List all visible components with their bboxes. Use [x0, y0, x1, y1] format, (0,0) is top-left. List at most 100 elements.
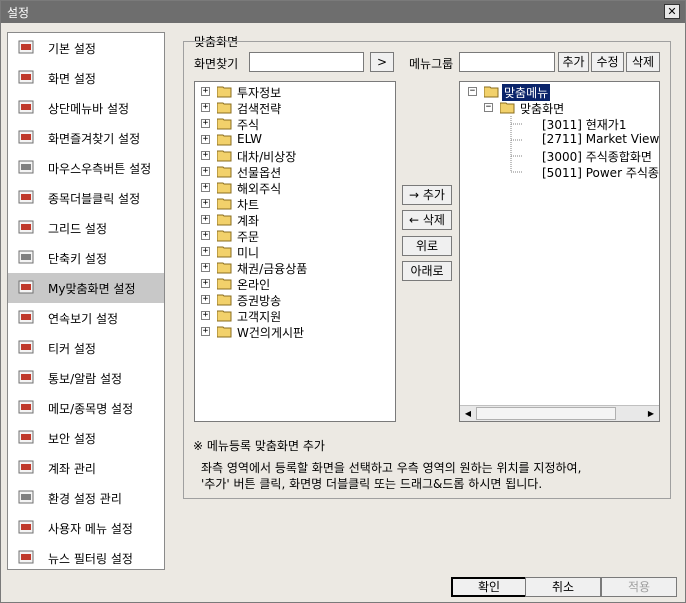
collapse-icon[interactable]: −: [468, 87, 477, 96]
expand-icon[interactable]: +: [201, 103, 210, 112]
news-icon: [18, 550, 34, 564]
expand-icon[interactable]: +: [201, 199, 210, 208]
move-up-button[interactable]: 위로: [402, 236, 452, 256]
search-go-button[interactable]: >: [370, 52, 394, 72]
folder-open-icon: [484, 86, 499, 98]
collapse-icon[interactable]: −: [484, 103, 493, 112]
expand-icon[interactable]: +: [201, 167, 210, 176]
tree-node[interactable]: + 차트: [201, 196, 391, 212]
screen-tree[interactable]: + 투자정보 + 검색전략 + 주식 + ELW + 대차/비상장 + 선물옵션 + 해외주식 + 차트 + 계좌…: [194, 81, 396, 422]
title-bar: 설정 ✕: [1, 1, 685, 23]
settings-sidebar: 기본 설정화면 설정 상단메뉴바 설정 화면즐겨찾기 설정 마우스우측버튼 설정 종목더…: [7, 32, 165, 570]
expand-icon[interactable]: +: [201, 311, 210, 320]
memo-icon: [18, 400, 34, 414]
sidebar-item-label: 기본 설정: [48, 42, 96, 56]
tree-node[interactable]: + 미니: [201, 244, 391, 260]
tree-node[interactable]: + 대차/비상장: [201, 148, 391, 164]
sidebar-item[interactable]: 환경 설정 관리: [8, 483, 164, 513]
menu-screen-item[interactable]: [2711] Market View: [542, 132, 659, 148]
folder-icon: [217, 134, 232, 146]
tree-node[interactable]: + 채권/금융상품: [201, 260, 391, 276]
settings-window: 설정 ✕ 기본 설정화면 설정 상단메뉴바 설정 화면즐겨찾기 설정 마우스우측버튼 …: [0, 0, 686, 603]
sidebar-item[interactable]: 화면 설정: [8, 63, 164, 93]
sidebar-item[interactable]: 계좌 관리: [8, 453, 164, 483]
tree-node-label: 주식: [237, 118, 260, 132]
tree-node[interactable]: + 선물옵션: [201, 164, 391, 180]
tree-node[interactable]: + 고객지원: [201, 308, 391, 324]
tree-node[interactable]: + W건의게시판: [201, 324, 391, 340]
scroll-right-icon[interactable]: ▶: [644, 407, 658, 420]
sidebar-item[interactable]: 상단메뉴바 설정: [8, 93, 164, 123]
expand-icon[interactable]: +: [201, 279, 210, 288]
cursor-icon: [18, 190, 34, 204]
tree-node-label: ELW: [237, 132, 263, 146]
tree-node[interactable]: + 증권방송: [201, 292, 391, 308]
tree-connector-lines: [510, 116, 522, 173]
sidebar-item[interactable]: 뉴스 필터링 설정: [8, 543, 164, 573]
sidebar-item[interactable]: 사용자 메뉴 설정: [8, 513, 164, 543]
note-title: ※ 메뉴등록 맞춤화면 추가: [193, 439, 325, 453]
custom-menu-tree[interactable]: − 맞춤메뉴 − 맞춤화면 [3011] 현재가1 [2711] Market V…: [459, 81, 660, 422]
tree-node[interactable]: + 검색전략: [201, 100, 391, 116]
expand-icon[interactable]: +: [201, 87, 210, 96]
screen-search-input[interactable]: [249, 52, 364, 72]
tree-node[interactable]: + 계좌: [201, 212, 391, 228]
sidebar-item-label: My맞춤화면 설정: [48, 282, 136, 296]
menu-group-input[interactable]: [459, 52, 555, 72]
tree-node[interactable]: + 주식: [201, 116, 391, 132]
scroll-left-icon[interactable]: ◀: [461, 407, 475, 420]
ok-button[interactable]: 확인: [451, 577, 527, 597]
expand-icon[interactable]: +: [201, 263, 210, 272]
scroll-thumb[interactable]: [476, 407, 616, 420]
tree-folder-row[interactable]: − 맞춤화면: [484, 100, 654, 116]
sidebar-item[interactable]: 티커 설정: [8, 333, 164, 363]
menu-screen-item[interactable]: [5011] Power 주식종합: [542, 164, 659, 180]
group-edit-button[interactable]: 수정: [591, 52, 624, 72]
menu-screen-item[interactable]: [3011] 현재가1: [542, 116, 659, 132]
tree-node-label: 투자정보: [237, 86, 282, 100]
horizontal-scrollbar[interactable]: ◀ ▶: [460, 405, 659, 421]
folder-icon: [217, 182, 232, 194]
tree-root-row[interactable]: − 맞춤메뉴: [468, 84, 658, 101]
tree-node[interactable]: + 해외주식: [201, 180, 391, 196]
sidebar-item[interactable]: 연속보기 설정: [8, 303, 164, 333]
expand-icon[interactable]: +: [201, 231, 210, 240]
expand-icon[interactable]: +: [201, 215, 210, 224]
sidebar-item[interactable]: 기본 설정: [8, 33, 164, 63]
tree-node[interactable]: + 주문: [201, 228, 391, 244]
sidebar-item[interactable]: 마우스우측버튼 설정: [8, 153, 164, 183]
group-add-button[interactable]: 추가: [558, 52, 589, 72]
expand-icon[interactable]: +: [201, 135, 210, 144]
sidebar-item[interactable]: My맞춤화면 설정: [8, 273, 164, 303]
user-menu-icon: [18, 520, 34, 534]
alarm-icon: [18, 370, 34, 384]
sidebar-item[interactable]: 통보/알람 설정: [8, 363, 164, 393]
expand-icon[interactable]: +: [201, 151, 210, 160]
expand-icon[interactable]: +: [201, 247, 210, 256]
tree-node[interactable]: + 온라인: [201, 276, 391, 292]
sidebar-item[interactable]: 종목더블클릭 설정: [8, 183, 164, 213]
tree-node-label: 미니: [237, 246, 260, 260]
sidebar-item[interactable]: 화면즐겨찾기 설정: [8, 123, 164, 153]
expand-icon[interactable]: +: [201, 327, 210, 336]
sidebar-item[interactable]: 보안 설정: [8, 423, 164, 453]
expand-icon[interactable]: +: [201, 119, 210, 128]
tree-node-label: 채권/금융상품: [237, 262, 308, 276]
menu-screen-item[interactable]: [3000] 주식종합화면: [542, 148, 659, 164]
close-button[interactable]: ✕: [664, 4, 680, 19]
tree-node[interactable]: + ELW: [201, 132, 391, 148]
cancel-button[interactable]: 취소: [525, 577, 601, 597]
sidebar-item[interactable]: 메모/종목명 설정: [8, 393, 164, 423]
remove-from-menu-button[interactable]: ← 삭제: [402, 210, 452, 230]
shortcut-icon: [18, 250, 34, 264]
sidebar-item[interactable]: 단축키 설정: [8, 243, 164, 273]
tree-node[interactable]: + 투자정보: [201, 84, 391, 100]
apply-button[interactable]: 적용: [601, 577, 677, 597]
group-delete-button[interactable]: 삭제: [626, 52, 660, 72]
move-down-button[interactable]: 아래로: [402, 261, 452, 281]
expand-icon[interactable]: +: [201, 183, 210, 192]
folder-icon: [217, 246, 232, 258]
sidebar-item[interactable]: 그리드 설정: [8, 213, 164, 243]
add-to-menu-button[interactable]: → 추가: [402, 185, 452, 205]
expand-icon[interactable]: +: [201, 295, 210, 304]
